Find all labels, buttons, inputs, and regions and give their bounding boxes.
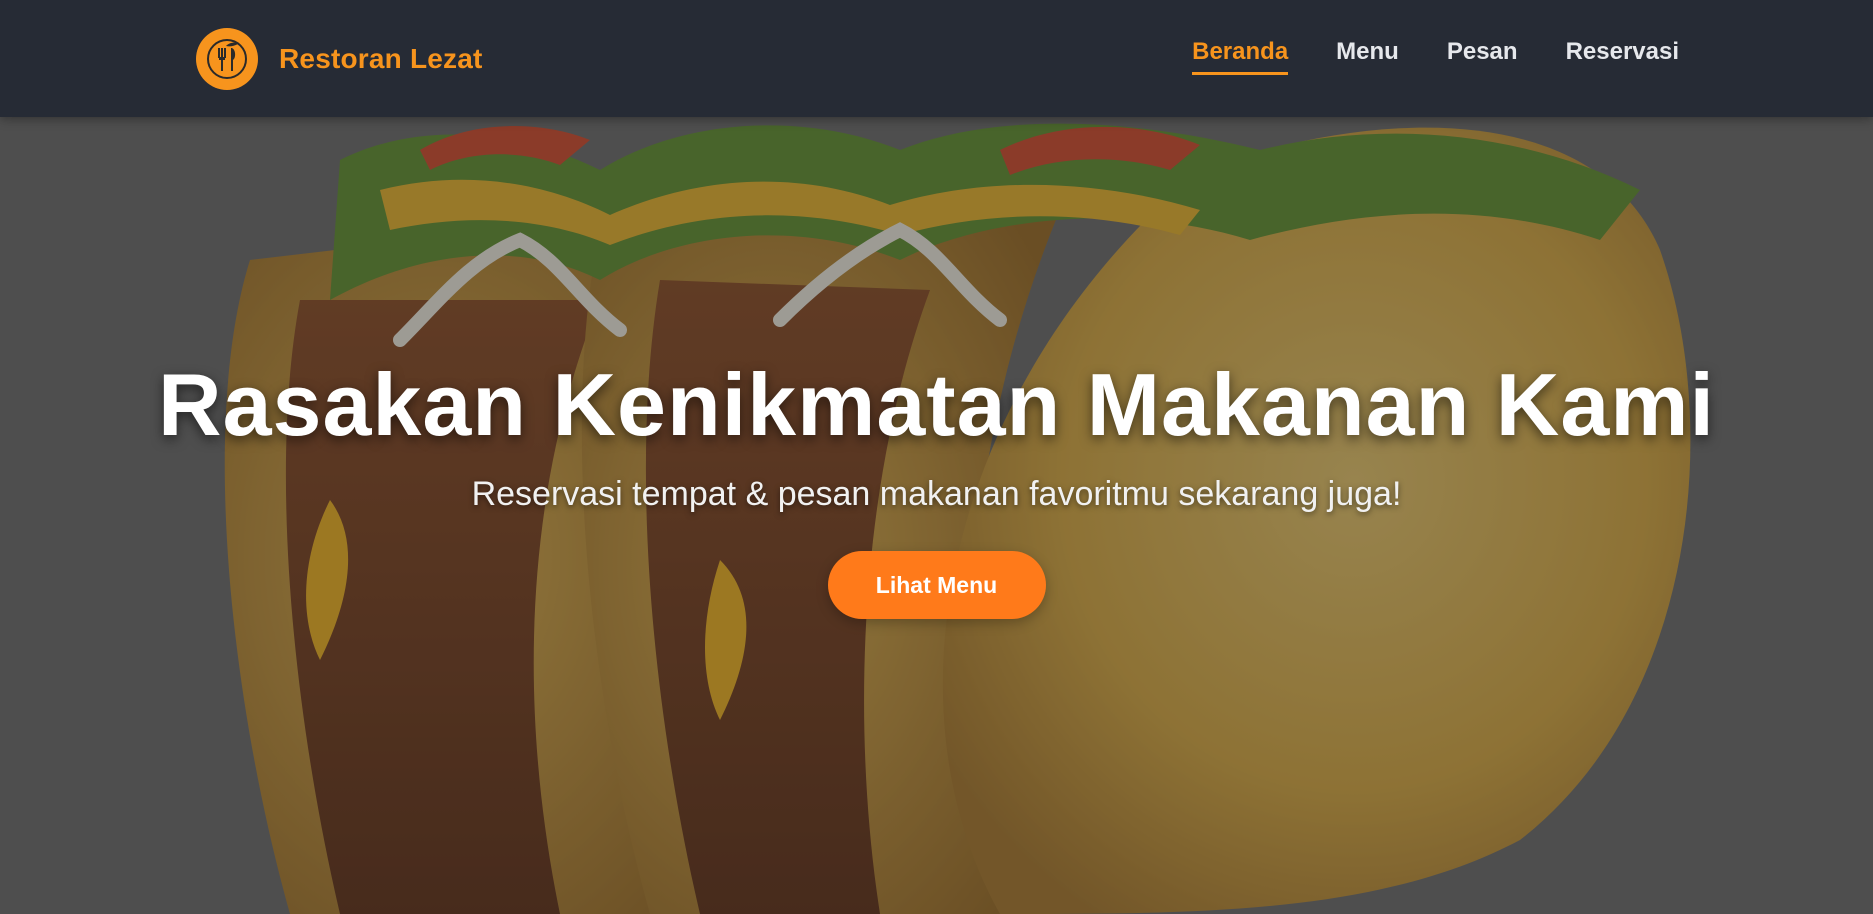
nav-link-menu[interactable]: Menu — [1336, 38, 1399, 72]
restaurant-utensils-icon — [196, 28, 258, 90]
navbar: Restoran Lezat Beranda Menu Pesan Reserv… — [0, 0, 1873, 117]
hero-content: Rasakan Kenikmatan Makanan Kami Reservas… — [0, 355, 1873, 619]
page: Restoran Lezat Beranda Menu Pesan Reserv… — [0, 0, 1873, 914]
hero-title: Rasakan Kenikmatan Makanan Kami — [158, 355, 1715, 454]
brand-home-link[interactable]: Restoran Lezat — [196, 28, 483, 90]
nav-menu: Beranda Menu Pesan Reservasi — [1144, 38, 1679, 75]
nav-link-beranda[interactable]: Beranda — [1192, 38, 1289, 75]
nav-link-reservasi[interactable]: Reservasi — [1566, 38, 1679, 72]
nav-link-pesan[interactable]: Pesan — [1447, 38, 1518, 72]
hero-subtitle: Reservasi tempat & pesan makanan favorit… — [471, 475, 1402, 513]
view-menu-button[interactable]: Lihat Menu — [827, 551, 1046, 619]
brand-name: Restoran Lezat — [279, 43, 483, 74]
